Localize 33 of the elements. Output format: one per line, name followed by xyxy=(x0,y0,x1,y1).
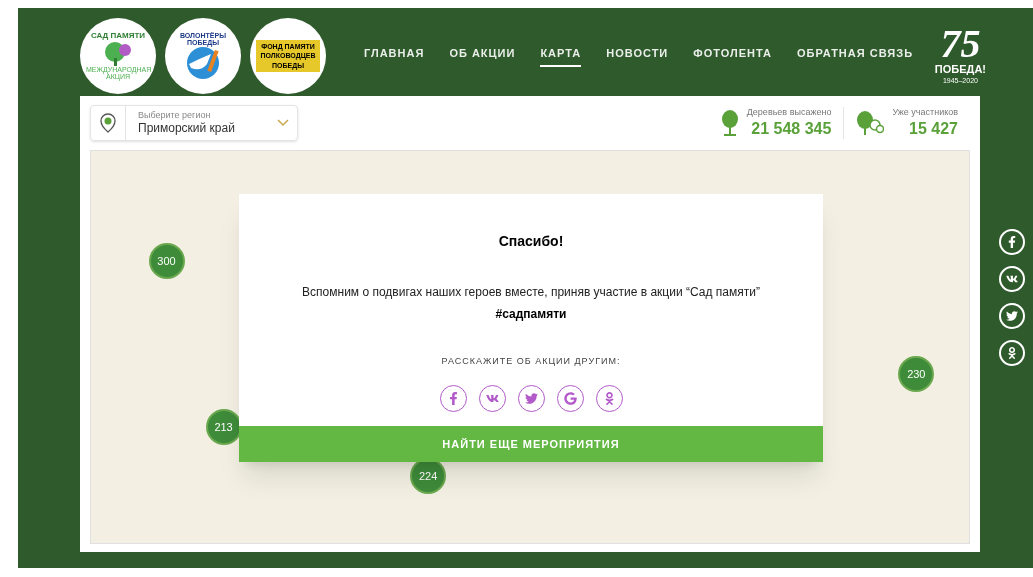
hashtag: #садпамяти xyxy=(495,306,567,323)
map[interactable]: 300 213 224 230 Спасибо! Вспомним о подвигах наших героев вместе, приняв участие в акции “Сад памяти” #садпамяти РАССКАЖИТЕ ОБ АКЦИИ ДРУГИМ: НАЙТИ ЕЩЕ МЕРОПРИЯТИЯ xyxy=(90,150,970,544)
share-label: РАССКАЖИТЕ ОБ АКЦИИ ДРУГИМ: xyxy=(441,355,621,368)
nav-link[interactable]: ФОТОЛЕНТА xyxy=(693,44,772,68)
cluster-marker[interactable]: 230 xyxy=(898,356,935,393)
tree-icon xyxy=(720,110,739,136)
region-select[interactable]: Выберите регион Приморский край xyxy=(90,105,298,141)
stat-value: 15 427 xyxy=(909,118,958,139)
cluster-marker[interactable]: 213 xyxy=(205,408,242,445)
stat-label: Уже участников xyxy=(892,107,958,119)
trees-icon xyxy=(856,111,885,135)
logo-title: САД ПАМЯТИ xyxy=(90,32,146,40)
stat-value: 21 548 345 xyxy=(751,118,832,139)
logo-number: 75 xyxy=(940,24,981,64)
twitter-icon[interactable] xyxy=(999,303,1025,329)
field-label: Выберите регион xyxy=(138,109,212,122)
map-pin-icon xyxy=(100,113,116,133)
nav-link[interactable]: НОВОСТИ xyxy=(606,44,669,68)
cluster-marker[interactable]: 300 xyxy=(148,242,185,279)
vk-icon[interactable] xyxy=(999,266,1025,292)
nav-link[interactable]: ОБ АКЦИИ xyxy=(449,44,516,68)
nav-link[interactable]: КАРТА xyxy=(540,44,582,68)
region-value: Приморский край xyxy=(138,121,235,137)
tree-icon xyxy=(103,40,133,66)
nav-link[interactable]: ОБРАТНАЯ СВЯЗЬ xyxy=(796,44,914,68)
stat-label: Деревьев высажено xyxy=(746,107,832,119)
ok-icon[interactable] xyxy=(999,340,1025,366)
dialog-message: Вспомним о подвигах наших героев вместе, приняв участие в акции “Сад памяти” xyxy=(302,284,760,301)
nav-link[interactable]: ГЛАВНАЯ xyxy=(364,44,425,68)
dialog-title: Спасибо! xyxy=(498,232,564,251)
facebook-icon[interactable] xyxy=(999,229,1025,255)
chevron-down-icon xyxy=(277,119,289,127)
logo-title: ПОБЕДА! xyxy=(934,64,986,75)
